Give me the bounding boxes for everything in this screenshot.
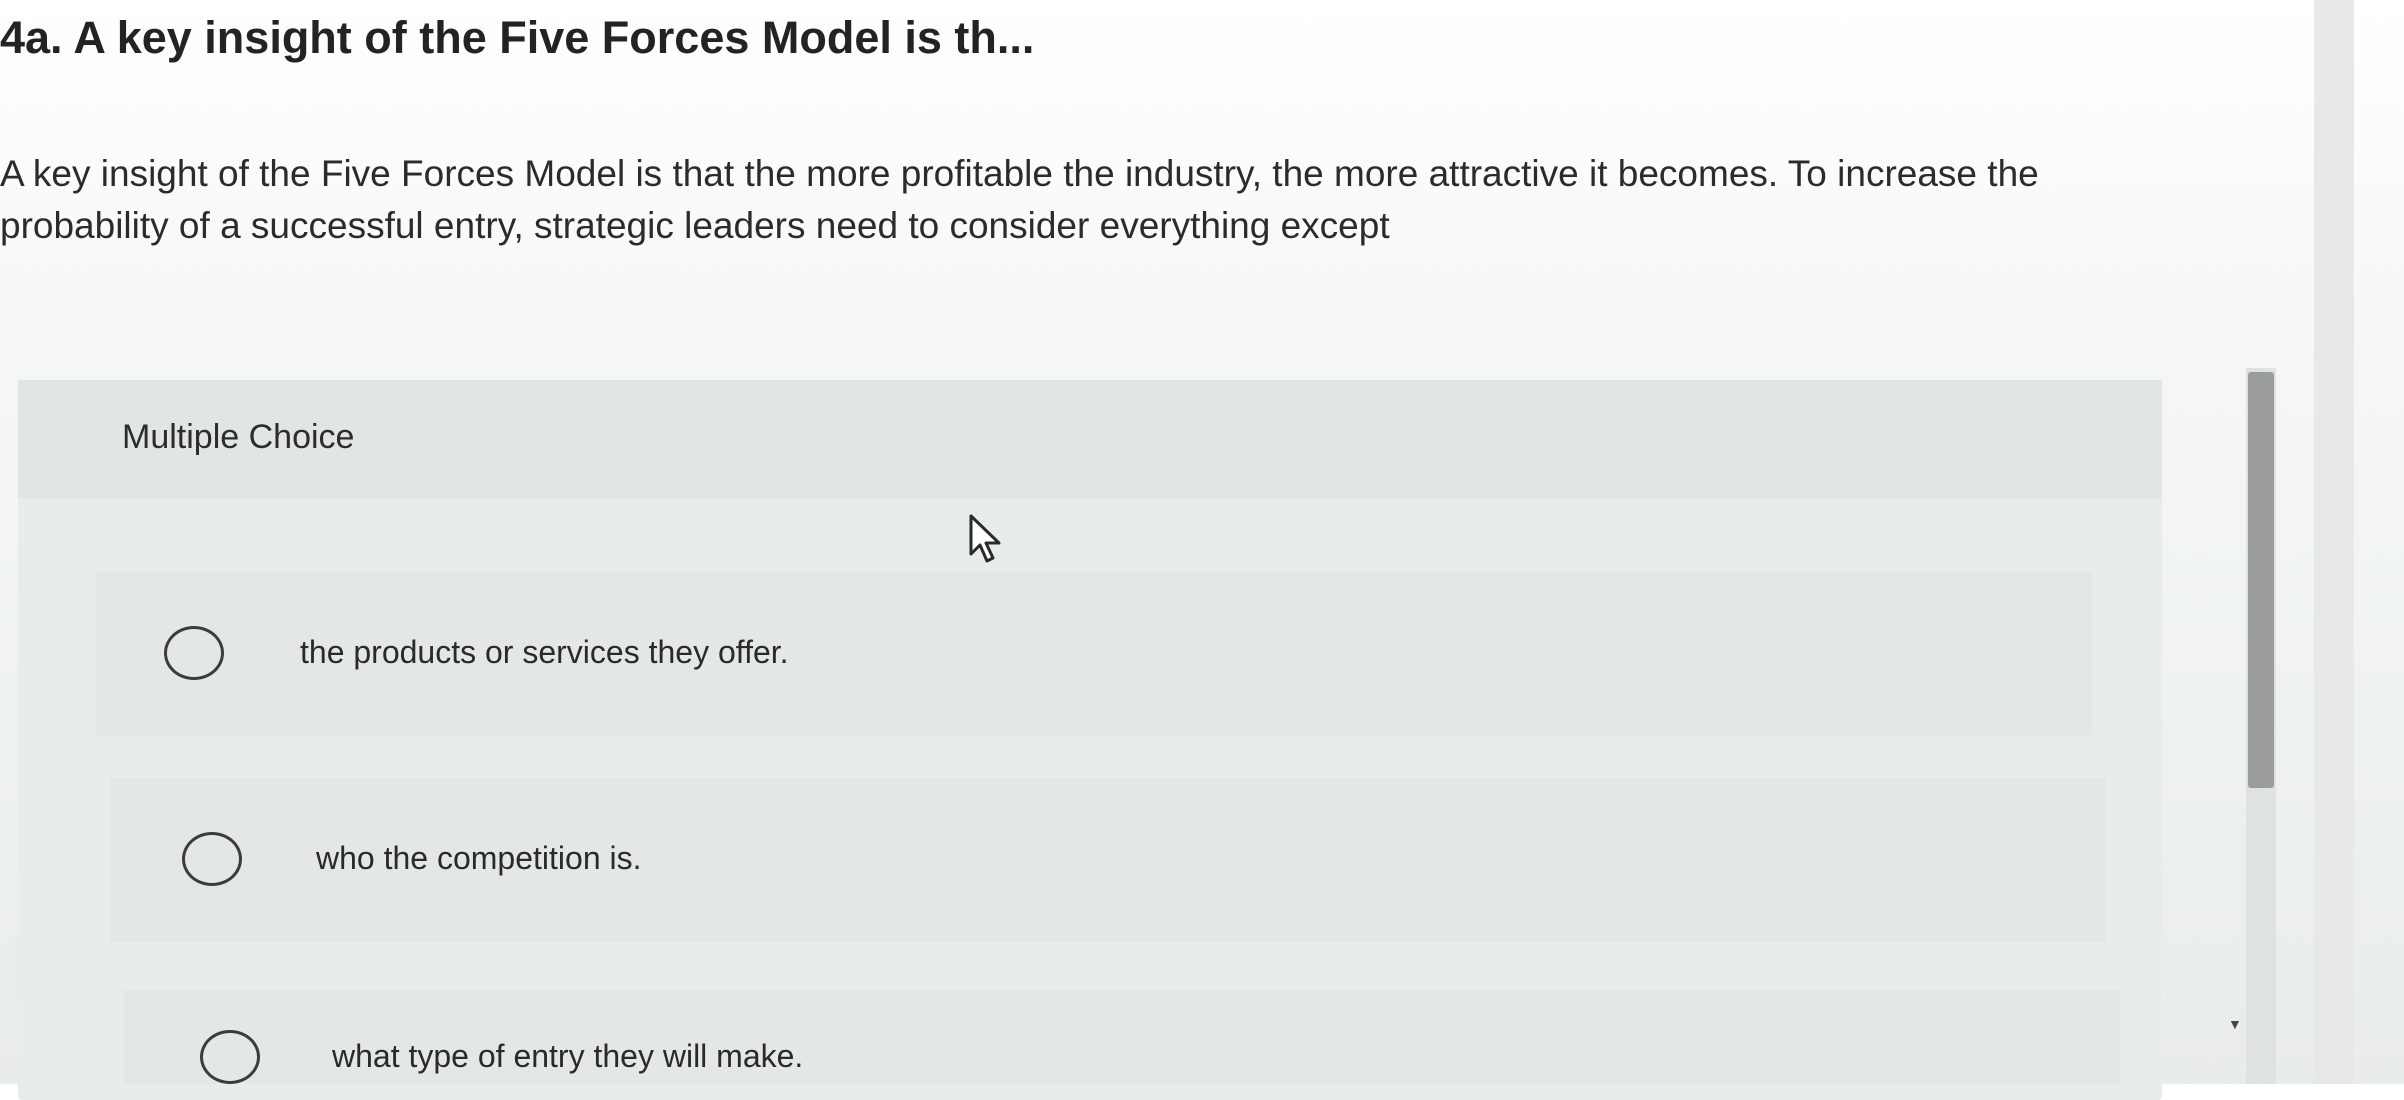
question-title: 4a. A key insight of the Five Forces Mod…	[0, 12, 1035, 63]
choice-option-label: who the competition is.	[316, 840, 642, 876]
mouse-pointer-icon	[969, 514, 1001, 563]
radio-button-icon[interactable]	[182, 832, 242, 886]
multiple-choice-label: Multiple Choice	[122, 418, 355, 456]
window-edge	[2314, 0, 2354, 1084]
choice-option-label: the products or services they offer.	[300, 634, 789, 670]
choice-option-1[interactable]: the products or services they offer.	[96, 572, 2092, 736]
radio-button-icon[interactable]	[200, 1030, 260, 1084]
radio-button-icon[interactable]	[164, 626, 224, 680]
question-text: A key insight of the Five Forces Model i…	[0, 153, 2039, 246]
choice-option-2[interactable]: who the competition is.	[110, 778, 2106, 942]
choice-option-label: what type of entry they will make.	[332, 1038, 804, 1074]
choice-option-3[interactable]: what type of entry they will make.	[124, 990, 2120, 1084]
multiple-choice-header: Multiple Choice	[18, 380, 2162, 498]
scrollbar-thumb[interactable]	[2248, 372, 2274, 788]
scroll-down-arrow-icon[interactable]: ▼	[2228, 1016, 2242, 1032]
